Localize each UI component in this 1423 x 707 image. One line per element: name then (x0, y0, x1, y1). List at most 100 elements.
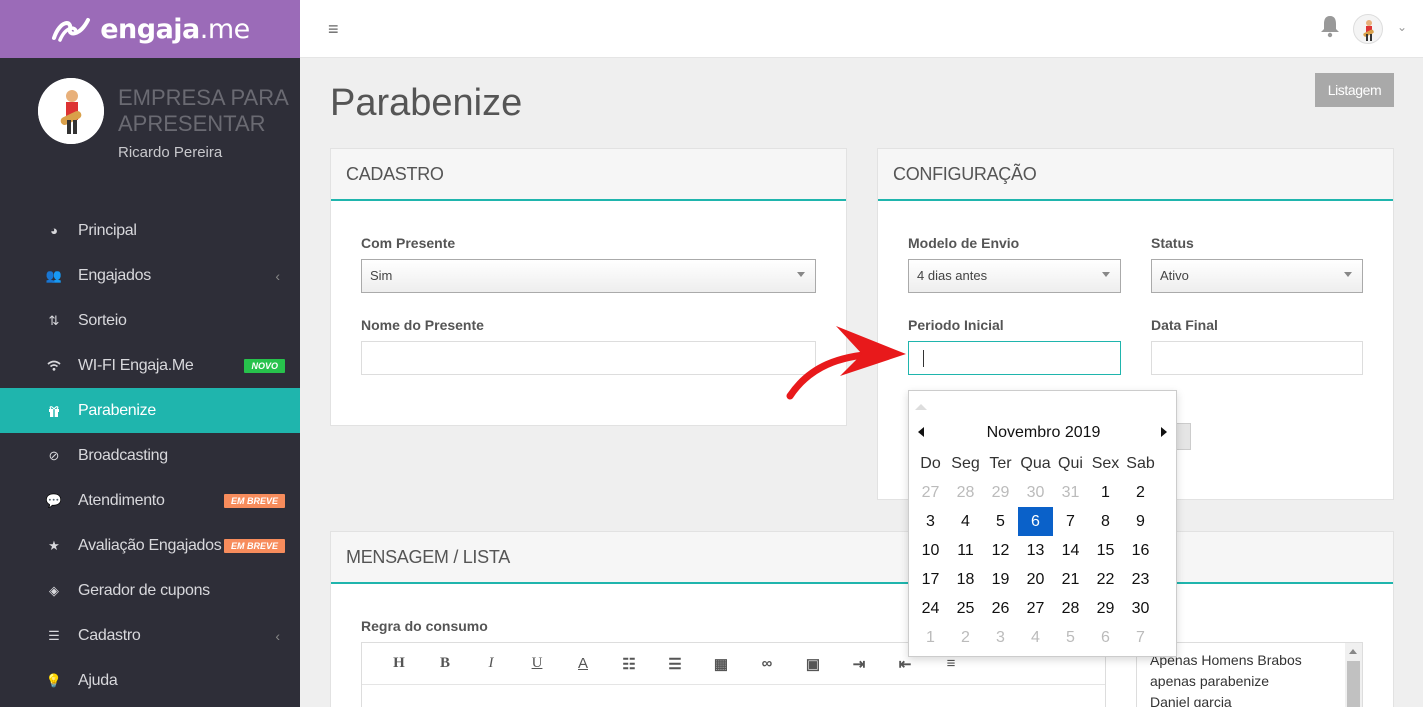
unordered-list-icon[interactable]: ☰ (652, 655, 698, 673)
sidebar-item-avaliacao[interactable]: ★ Avaliação Engajados EM BREVE (0, 523, 300, 568)
calendar-day[interactable]: 28 (1053, 594, 1088, 623)
calendar-day[interactable]: 9 (1123, 507, 1158, 536)
image-icon[interactable]: ▣ (790, 655, 836, 673)
calendar-day[interactable]: 21 (1053, 565, 1088, 594)
calendar-day[interactable]: 27 (1018, 594, 1053, 623)
bold-button[interactable]: B (422, 655, 468, 672)
calendar-day-other-month[interactable]: 3 (983, 623, 1018, 652)
sidebar-item-cupons[interactable]: ◈ Gerador de cupons (0, 568, 300, 613)
select-value: 4 dias antes (917, 268, 988, 283)
calendar-day[interactable]: 17 (913, 565, 948, 594)
calendar-day[interactable]: 1 (1088, 478, 1123, 507)
modelo-envio-select[interactable]: 4 dias antes (908, 259, 1121, 293)
calendar-day[interactable]: 22 (1088, 565, 1123, 594)
calendar-day[interactable]: 25 (948, 594, 983, 623)
calendar-day[interactable]: 10 (913, 536, 948, 565)
data-final-input[interactable] (1151, 341, 1363, 375)
calendar-day[interactable]: 15 (1088, 536, 1123, 565)
sidebar-item-engajados[interactable]: 👥 Engajados ‹ (0, 253, 300, 298)
calendar-day-other-month[interactable]: 28 (948, 478, 983, 507)
scroll-thumb[interactable] (1347, 661, 1360, 707)
calendar-day-other-month[interactable]: 27 (913, 478, 948, 507)
calendar-day[interactable]: 18 (948, 565, 983, 594)
scrollbar[interactable] (1345, 643, 1362, 707)
italic-button[interactable]: I (468, 655, 514, 672)
calendar-day-other-month[interactable]: 1 (913, 623, 948, 652)
status-select[interactable]: Ativo (1151, 259, 1363, 293)
calendar-day[interactable]: 12 (983, 536, 1018, 565)
calendar-day-other-month[interactable]: 6 (1088, 623, 1123, 652)
periodo-inicial-input[interactable] (908, 341, 1121, 375)
calendar-day-other-month[interactable]: 5 (1053, 623, 1088, 652)
dropdown-arrow-icon (797, 272, 805, 277)
calendar-day[interactable]: 11 (948, 536, 983, 565)
list-items: Apenas Homens Brabos apenas parabenize D… (1150, 650, 1302, 707)
ordered-list-icon[interactable]: ☷ (606, 655, 652, 673)
calendar-day[interactable]: 2 (1123, 478, 1158, 507)
scroll-up-icon[interactable] (1349, 649, 1357, 654)
calendar-day-other-month[interactable]: 30 (1018, 478, 1053, 507)
chat-icon: 💬 (45, 492, 63, 508)
sidebar-item-sorteio[interactable]: ⇅ Sorteio (0, 298, 300, 343)
panel-title: MENSAGEM / LISTA (331, 532, 1393, 584)
weekday-header: Do (920, 454, 941, 472)
heading-button[interactable]: H (376, 655, 422, 672)
calendar-day-other-month[interactable]: 7 (1123, 623, 1158, 652)
sidebar-item-label: Avaliação Engajados (78, 536, 222, 554)
text-color-button[interactable]: A (560, 655, 606, 672)
hamburger-menu-icon[interactable]: ≡ (328, 19, 339, 40)
list-item[interactable]: apenas parabenize (1150, 671, 1302, 692)
regra-consumo-label: Regra do consumo (361, 618, 488, 634)
sidebar-item-broadcasting[interactable]: ⊘ Broadcasting (0, 433, 300, 478)
calendar-day[interactable]: 13 (1018, 536, 1053, 565)
calendar-day[interactable]: 24 (913, 594, 948, 623)
top-bar: ≡ ⌄ (300, 0, 1423, 58)
sidebar-item-ajuda[interactable]: 💡 Ajuda (0, 658, 300, 703)
sidebar-item-parabenize[interactable]: Parabenize (0, 388, 300, 433)
calendar-day-other-month[interactable]: 31 (1053, 478, 1088, 507)
calendar-day[interactable]: 14 (1053, 536, 1088, 565)
calendar-day[interactable]: 4 (948, 507, 983, 536)
calendar-day[interactable]: 29 (1088, 594, 1123, 623)
sidebar-item-cadastro[interactable]: ☰ Cadastro ‹ (0, 613, 300, 658)
indent-icon[interactable]: ⇥ (836, 655, 882, 673)
calendar-day-selected[interactable]: 6 (1018, 507, 1053, 536)
user-avatar-small[interactable] (1353, 14, 1383, 44)
link-icon[interactable]: ∞ (744, 655, 790, 672)
list-item[interactable]: Daniel garcia (1150, 692, 1302, 707)
sidebar-item-principal[interactable]: ◕ Principal (0, 208, 300, 253)
popup-pointer (915, 404, 927, 410)
table-icon[interactable]: ▦ (698, 655, 744, 673)
chevron-down-icon[interactable]: ⌄ (1397, 20, 1407, 34)
com-presente-select[interactable]: Sim (361, 259, 816, 293)
sidebar-item-label: Broadcasting (78, 446, 168, 464)
bell-icon[interactable] (1319, 14, 1341, 38)
calendar-day[interactable]: 16 (1123, 536, 1158, 565)
partially-hidden-button[interactable] (1176, 423, 1191, 450)
calendar-day-other-month[interactable]: 2 (948, 623, 983, 652)
brand-logo[interactable]: engaja.me (50, 14, 250, 45)
listagem-button[interactable]: Listagem (1315, 73, 1394, 107)
calendar-day[interactable]: 30 (1123, 594, 1158, 623)
avatar[interactable] (38, 78, 104, 144)
calendar-day-other-month[interactable]: 29 (983, 478, 1018, 507)
calendar-day[interactable]: 26 (983, 594, 1018, 623)
calendar-day[interactable]: 7 (1053, 507, 1088, 536)
calendar-day[interactable]: 3 (913, 507, 948, 536)
sidebar-item-wifi[interactable]: WI-FI Engaja.Me NOVO (0, 343, 300, 388)
calendar-day[interactable]: 8 (1088, 507, 1123, 536)
next-month-icon[interactable] (1161, 427, 1167, 437)
outdent-icon[interactable]: ⇤ (882, 655, 928, 673)
underline-button[interactable]: U (514, 655, 560, 672)
brand-bar[interactable]: engaja.me (0, 0, 300, 58)
calendar-day[interactable]: 19 (983, 565, 1018, 594)
calendar-day[interactable]: 20 (1018, 565, 1053, 594)
calendar-day[interactable]: 23 (1123, 565, 1158, 594)
align-icon[interactable]: ≡ (928, 655, 974, 672)
calendar-day-other-month[interactable]: 4 (1018, 623, 1053, 652)
nome-presente-input[interactable] (361, 341, 816, 375)
sidebar-item-atendimento[interactable]: 💬 Atendimento EM BREVE (0, 478, 300, 523)
sidebar-item-label: WI-FI Engaja.Me (78, 356, 194, 374)
calendar-day[interactable]: 5 (983, 507, 1018, 536)
panel-title: CONFIGURAÇÃO (878, 149, 1393, 201)
